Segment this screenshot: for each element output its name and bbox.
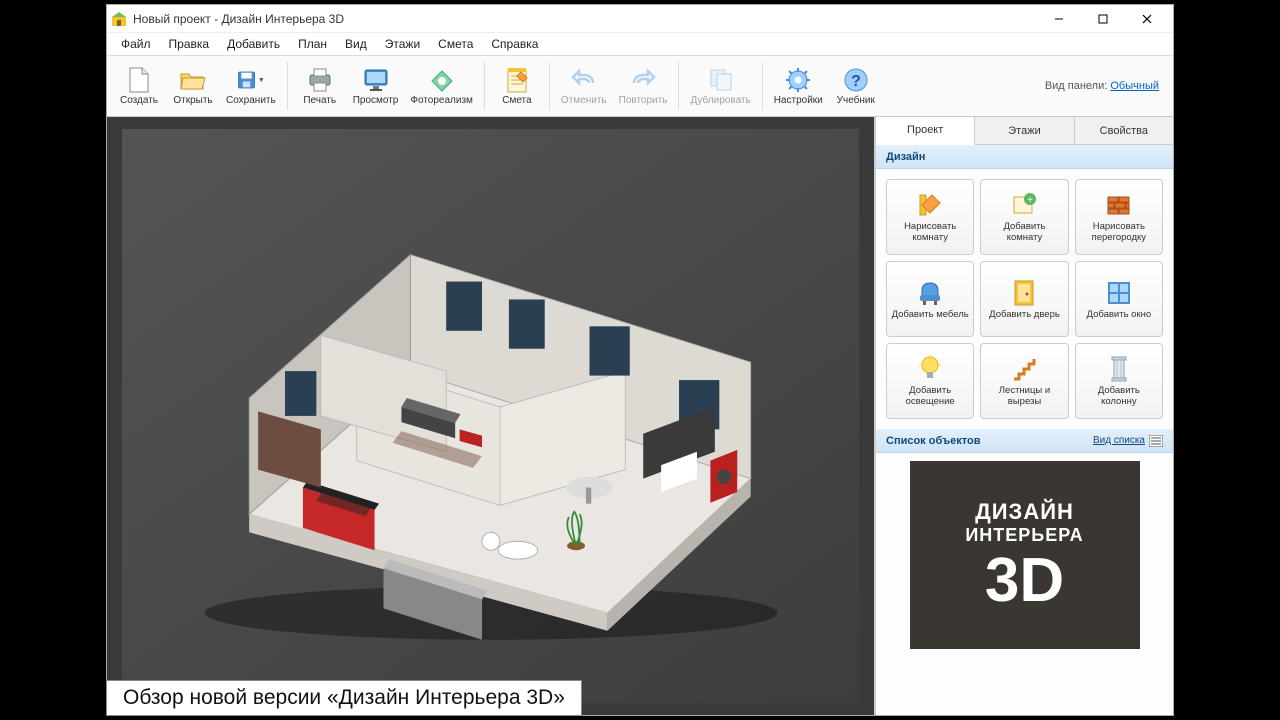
tutorial-button[interactable]: ? Учебник bbox=[830, 63, 882, 109]
side-panel: Проект Этажи Свойства Дизайн Нарисовать … bbox=[875, 117, 1173, 715]
panel-mode-link[interactable]: Обычный bbox=[1110, 80, 1159, 92]
app-icon bbox=[111, 11, 127, 27]
house-model bbox=[167, 192, 815, 640]
stairs-cutouts-button[interactable]: Лестницы и вырезы bbox=[980, 343, 1068, 419]
help-icon: ? bbox=[842, 66, 870, 94]
list-view-icon[interactable] bbox=[1149, 435, 1163, 447]
menu-file[interactable]: Файл bbox=[113, 35, 159, 53]
undo-icon bbox=[570, 66, 598, 94]
open-button[interactable]: Открыть bbox=[167, 63, 219, 109]
photoreal-button[interactable]: Фотореализм bbox=[405, 63, 478, 109]
menu-floors[interactable]: Этажи bbox=[377, 35, 428, 53]
tab-properties[interactable]: Свойства bbox=[1075, 117, 1173, 144]
redo-button[interactable]: Повторить bbox=[614, 63, 673, 109]
tab-project[interactable]: Проект bbox=[876, 117, 975, 145]
tab-floors[interactable]: Этажи bbox=[975, 117, 1074, 144]
window-controls bbox=[1037, 5, 1169, 33]
design-section-header: Дизайн bbox=[876, 145, 1173, 169]
main-area: Проект Этажи Свойства Дизайн Нарисовать … bbox=[107, 117, 1173, 715]
minimize-button[interactable] bbox=[1037, 5, 1081, 33]
create-button[interactable]: Создать bbox=[113, 63, 165, 109]
list-view-link[interactable]: Вид списка bbox=[1093, 435, 1145, 446]
menu-view[interactable]: Вид bbox=[337, 35, 375, 53]
estimate-button[interactable]: Смета bbox=[491, 63, 543, 109]
viewport-3d[interactable] bbox=[107, 117, 875, 715]
objects-section-header: Список объектов Вид списка bbox=[876, 429, 1173, 453]
window-icon bbox=[1104, 278, 1134, 308]
svg-text:+: + bbox=[1028, 195, 1034, 206]
titlebar: Новый проект - Дизайн Интерьера 3D bbox=[107, 5, 1173, 33]
armchair-icon bbox=[915, 278, 945, 308]
window-title: Новый проект - Дизайн Интерьера 3D bbox=[133, 12, 1037, 26]
door-icon bbox=[1009, 278, 1039, 308]
video-caption: Обзор новой версии «Дизайн Интерьера 3D» bbox=[106, 680, 582, 716]
lightbulb-icon bbox=[915, 354, 945, 384]
chevron-down-icon: ▼ bbox=[258, 77, 265, 84]
add-room-button[interactable]: + Добавить комнату bbox=[980, 179, 1068, 255]
print-button[interactable]: Печать bbox=[294, 63, 346, 109]
menu-edit[interactable]: Правка bbox=[161, 35, 218, 53]
brick-wall-icon bbox=[1104, 190, 1134, 220]
stairs-icon bbox=[1009, 354, 1039, 384]
draw-room-button[interactable]: Нарисовать комнату bbox=[886, 179, 974, 255]
preview-button[interactable]: Просмотр bbox=[348, 63, 404, 109]
folder-open-icon bbox=[179, 66, 207, 94]
gear-icon bbox=[784, 66, 812, 94]
notepad-icon bbox=[503, 66, 531, 94]
redo-icon bbox=[629, 66, 657, 94]
add-lighting-button[interactable]: Добавить освещение bbox=[886, 343, 974, 419]
file-new-icon bbox=[125, 66, 153, 94]
promo-banner: ДИЗАЙН ИНТЕРЬЕРА 3D bbox=[910, 461, 1140, 649]
floorplan-3d bbox=[122, 129, 858, 703]
undo-button[interactable]: Отменить bbox=[556, 63, 612, 109]
menu-add[interactable]: Добавить bbox=[219, 35, 288, 53]
toolbar: Создать Открыть ▼ Сохранить Печать bbox=[107, 55, 1173, 117]
side-tabs: Проект Этажи Свойства bbox=[876, 117, 1173, 145]
add-door-button[interactable]: Добавить дверь bbox=[980, 261, 1068, 337]
printer-icon bbox=[306, 66, 334, 94]
save-icon: ▼ bbox=[237, 66, 265, 94]
app-window: Новый проект - Дизайн Интерьера 3D Файл … bbox=[106, 4, 1174, 716]
save-button[interactable]: ▼ Сохранить bbox=[221, 63, 281, 109]
column-icon bbox=[1104, 354, 1134, 384]
maximize-button[interactable] bbox=[1081, 5, 1125, 33]
duplicate-icon bbox=[707, 66, 735, 94]
photoreal-icon bbox=[428, 66, 456, 94]
menu-plan[interactable]: План bbox=[290, 35, 335, 53]
add-window-button[interactable]: Добавить окно bbox=[1075, 261, 1163, 337]
add-column-button[interactable]: Добавить колонну bbox=[1075, 343, 1163, 419]
panel-mode-label: Вид панели: Обычный bbox=[1045, 80, 1167, 92]
settings-button[interactable]: Настройки bbox=[769, 63, 828, 109]
room-plus-icon: + bbox=[1009, 190, 1039, 220]
monitor-icon bbox=[362, 66, 390, 94]
close-button[interactable] bbox=[1125, 5, 1169, 33]
menu-estimate[interactable]: Смета bbox=[430, 35, 481, 53]
add-furniture-button[interactable]: Добавить мебель bbox=[886, 261, 974, 337]
design-grid: Нарисовать комнату + Добавить комнату На… bbox=[876, 169, 1173, 429]
draw-partition-button[interactable]: Нарисовать перегородку bbox=[1075, 179, 1163, 255]
object-list: ДИЗАЙН ИНТЕРЬЕРА 3D bbox=[876, 453, 1173, 715]
duplicate-button[interactable]: Дублировать bbox=[685, 63, 755, 109]
svg-text:?: ? bbox=[851, 73, 861, 90]
pencil-ruler-icon bbox=[915, 190, 945, 220]
menubar: Файл Правка Добавить План Вид Этажи Смет… bbox=[107, 33, 1173, 55]
menu-help[interactable]: Справка bbox=[483, 35, 546, 53]
